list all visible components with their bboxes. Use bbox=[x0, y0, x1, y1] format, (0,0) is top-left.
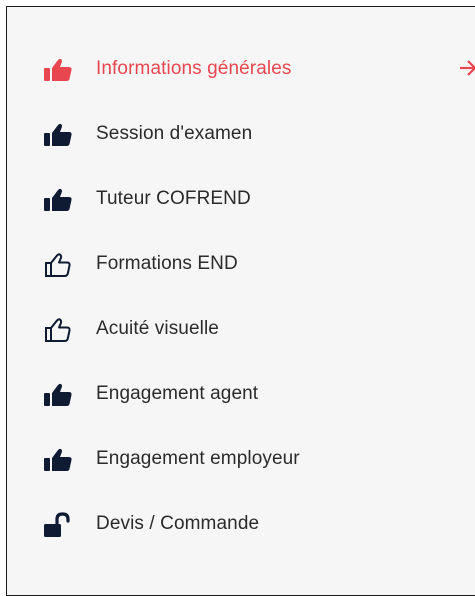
unlock-icon bbox=[43, 512, 73, 538]
thumbs-up-solid-icon bbox=[43, 187, 73, 213]
nav-item-tuteur-cofrend[interactable]: Tuteur COFREND bbox=[7, 173, 475, 238]
nav-item-label: Devis / Commande bbox=[96, 513, 260, 534]
nav-item-devis-commande[interactable]: Devis / Commande bbox=[7, 498, 475, 563]
nav-item-label: Engagement employeur bbox=[96, 448, 300, 469]
thumbs-up-solid-icon bbox=[43, 447, 73, 473]
arrow-right-icon bbox=[460, 56, 475, 80]
nav-item-label: Engagement agent bbox=[96, 383, 259, 404]
nav-item-informations-generales[interactable]: Informations générales bbox=[7, 43, 475, 108]
nav-item-engagement-agent[interactable]: Engagement agent bbox=[7, 368, 475, 433]
steps-nav: Informations générales Session d'examen bbox=[7, 43, 475, 563]
nav-item-label: Session d'examen bbox=[96, 123, 253, 144]
nav-item-label: Formations END bbox=[96, 253, 238, 274]
nav-item-label: Tuteur COFREND bbox=[96, 188, 251, 209]
nav-item-label: Informations générales bbox=[96, 58, 292, 79]
thumbs-up-solid-icon bbox=[43, 122, 73, 148]
thumbs-up-outline-icon bbox=[43, 317, 73, 343]
thumbs-up-solid-icon bbox=[43, 57, 73, 83]
nav-item-acuite-visuelle[interactable]: Acuité visuelle bbox=[7, 303, 475, 368]
nav-item-formations-end[interactable]: Formations END bbox=[7, 238, 475, 303]
nav-item-session-examen[interactable]: Session d'examen bbox=[7, 108, 475, 173]
thumbs-up-outline-icon bbox=[43, 252, 73, 278]
sidebar-panel: Informations générales Session d'examen bbox=[6, 6, 475, 596]
thumbs-up-solid-icon bbox=[43, 382, 73, 408]
nav-item-engagement-employeur[interactable]: Engagement employeur bbox=[7, 433, 475, 498]
nav-item-label: Acuité visuelle bbox=[96, 318, 219, 339]
